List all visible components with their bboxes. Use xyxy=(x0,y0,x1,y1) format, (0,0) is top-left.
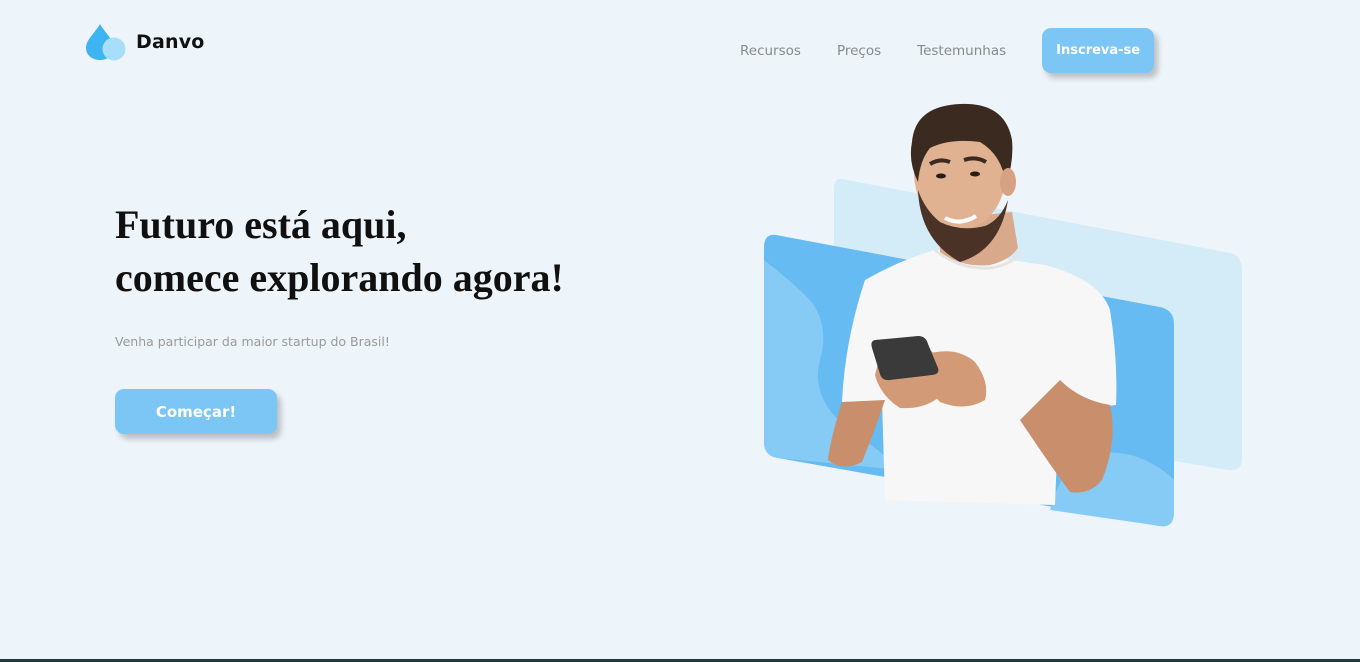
hero-title-line2: comece explorando agora! xyxy=(115,255,564,300)
nav-link-recursos[interactable]: Recursos xyxy=(740,29,801,73)
brand-logo[interactable]: Danvo xyxy=(86,22,205,62)
start-button[interactable]: Começar! xyxy=(115,389,277,434)
signup-button[interactable]: Inscreva-se xyxy=(1042,28,1155,73)
hero-title-line1: Futuro está aqui, xyxy=(115,202,407,247)
hero-subtitle: Venha participar da maior startup do Bra… xyxy=(115,334,390,349)
hero-title: Futuro está aqui, comece explorando agor… xyxy=(115,198,635,304)
man-with-phone-photo xyxy=(764,103,1242,527)
brand-name: Danvo xyxy=(136,31,205,53)
hero-illustration xyxy=(750,100,1260,540)
landing-page: Danvo Recursos Preços Testemunhas Inscre… xyxy=(0,0,1360,662)
main-nav: Recursos Preços Testemunhas Inscreva-se xyxy=(740,28,1155,73)
nav-link-precos[interactable]: Preços xyxy=(837,29,881,73)
nav-link-testemunhas[interactable]: Testemunhas xyxy=(917,29,1006,73)
water-drop-icon xyxy=(86,22,128,62)
